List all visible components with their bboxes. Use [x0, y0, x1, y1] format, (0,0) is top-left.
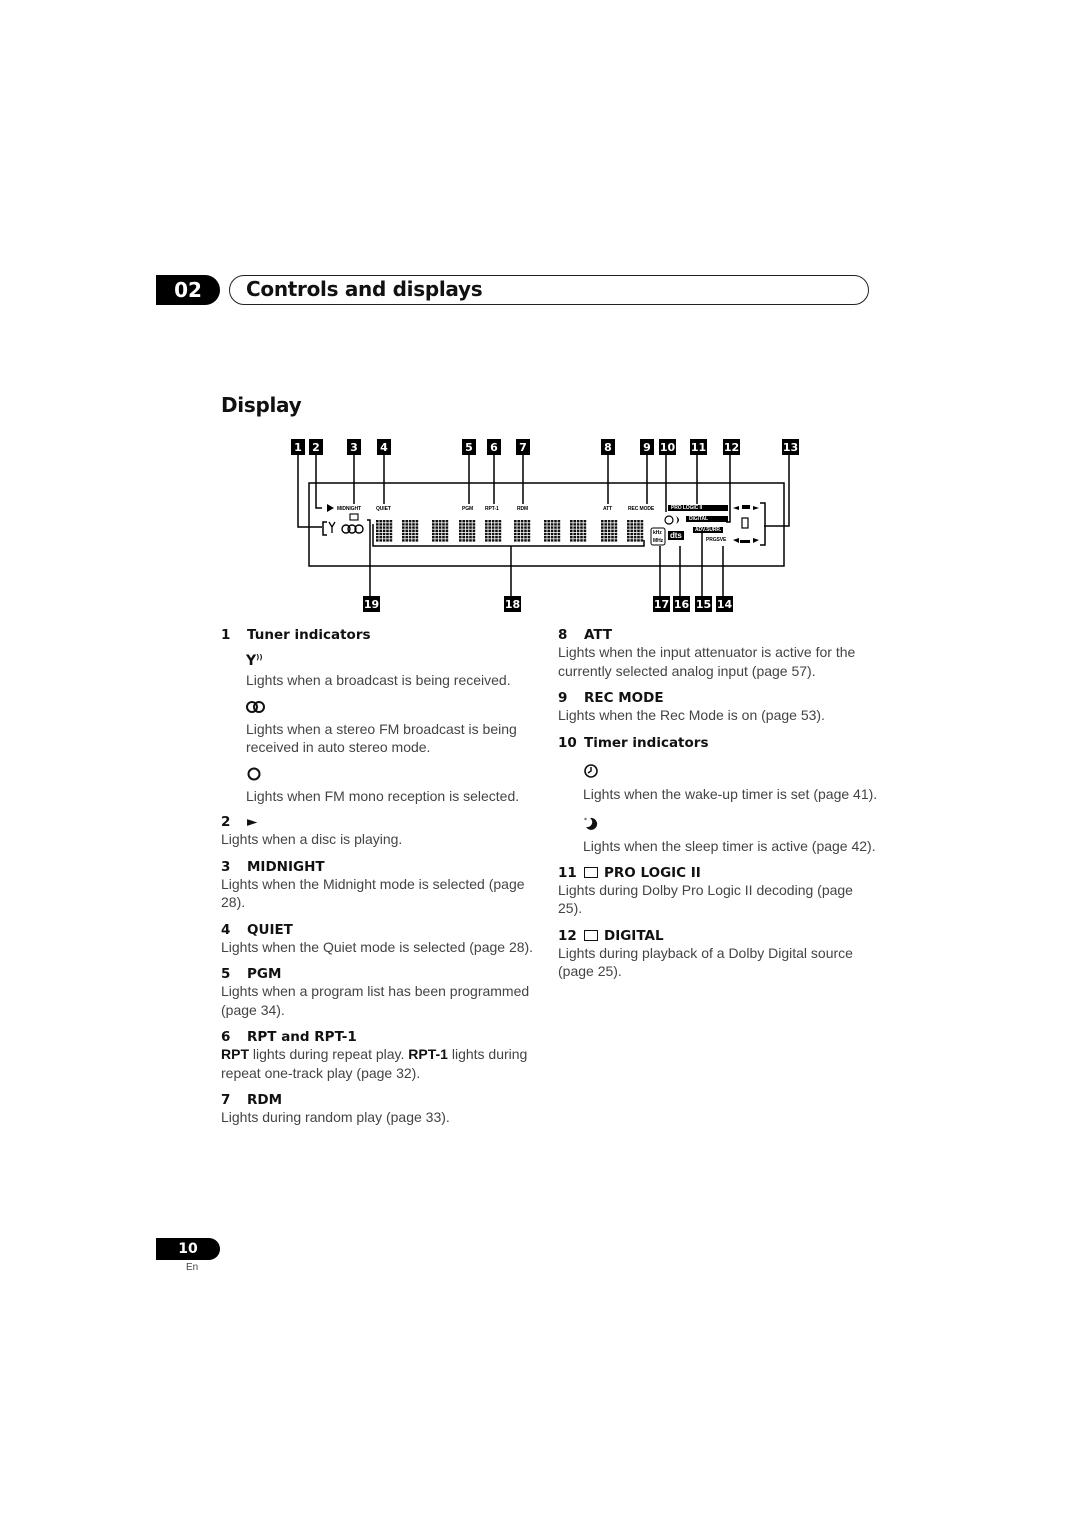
- callout-14: 14: [716, 596, 733, 612]
- item-6-heading: 6 RPT and RPT-1: [221, 1029, 357, 1045]
- item-9-text: Lights when the Rec Mode is on (page 53)…: [558, 707, 825, 723]
- left-column: 1 Tuner indicators Y)) Lights when a broa…: [221, 627, 541, 1127]
- item-4-heading: 4 QUIET: [221, 921, 293, 938]
- item-10a-text: Lights when the wake-up timer is set (pa…: [583, 785, 878, 802]
- character-cell: [601, 520, 618, 542]
- lcd-pgm: PGM: [462, 506, 474, 512]
- lcd-mhz: MHz: [653, 538, 663, 544]
- item-1c-text: Lights when FM mono reception is selecte…: [246, 787, 520, 804]
- play-icon: [327, 504, 334, 512]
- item-1-subitems: Y)) Lights when a broadcast is being rec…: [246, 653, 541, 805]
- clock-icon: [664, 515, 674, 525]
- clock-icon: [583, 763, 878, 783]
- callout-4: 4: [377, 439, 391, 455]
- lcd-khz: kHz: [653, 530, 662, 536]
- item-2-heading: 2 ►: [221, 814, 258, 830]
- item-10-subitems: Lights when the wake-up timer is set (pa…: [583, 763, 878, 856]
- item-9-heading: 9 REC MODE: [558, 690, 664, 706]
- lcd-quiet: QUIET: [376, 506, 391, 512]
- item-1a-text: Lights when a broadcast is being receive…: [246, 672, 511, 688]
- mono-icon: [246, 767, 541, 785]
- right-column: 8 ATT Lights when the input attenuator is…: [558, 627, 878, 981]
- item-11-text: Lights during Dolby Pro Logic II decodin…: [558, 881, 853, 917]
- lcd-dts-logo: dts: [668, 531, 684, 540]
- callout-15: 15: [695, 596, 712, 612]
- callout-17: 17: [653, 596, 670, 612]
- callout-18: 18: [504, 596, 521, 612]
- video-camera-icon: [349, 513, 359, 521]
- lcd-adv-surr: ADV.SURR.: [693, 527, 724, 533]
- character-cell: [570, 520, 587, 542]
- item-3-text: Lights when the Midnight mode is selecte…: [221, 875, 525, 911]
- character-cell: [627, 520, 644, 542]
- callout-12: 12: [723, 439, 740, 455]
- callout-6: 6: [487, 439, 501, 455]
- callout-8: 8: [601, 439, 615, 455]
- lcd-rec-mode: REC MODE: [628, 506, 655, 512]
- character-cell: [459, 520, 476, 542]
- item-1b-text: Lights when a stereo FM broadcast is bei…: [246, 720, 517, 756]
- svg-text:*: *: [584, 817, 587, 824]
- character-cell: [402, 520, 419, 542]
- callout-13: 13: [782, 439, 799, 455]
- item-7-heading: 7 RDM: [221, 1092, 283, 1108]
- lcd-att: ATT: [603, 506, 613, 512]
- callout-2: 2: [309, 439, 323, 455]
- item-10b-text: Lights when the sleep timer is active (p…: [583, 838, 876, 854]
- stereo-icon: [341, 524, 364, 534]
- lcd-rdm: RDM: [517, 506, 529, 512]
- item-1-heading: 1 Tuner indicators: [221, 627, 371, 643]
- page-language: En: [186, 1262, 199, 1273]
- lcd-pro-logic: PRO LOGIC II: [668, 505, 728, 511]
- lcd-rpt1: RPT-1: [485, 506, 499, 512]
- callout-3: 3: [347, 439, 361, 455]
- character-cell: [514, 520, 531, 542]
- item-8-heading: 8 ATT: [558, 627, 613, 643]
- callout-16: 16: [673, 596, 690, 612]
- lcd-midnight: MIDNIGHT: [337, 506, 361, 512]
- dolby-icon: [584, 866, 598, 878]
- page-number: 10: [156, 1238, 220, 1260]
- callout-19: 19: [363, 596, 380, 612]
- sleep-moon-icon: [676, 516, 679, 524]
- lcd-prgsve: PRGSVE: [706, 537, 727, 543]
- item-10-heading: 10 Timer indicators: [558, 734, 709, 751]
- item-5-text: Lights when a program list has been prog…: [221, 983, 530, 1018]
- dolby-icon: [584, 929, 598, 941]
- character-cell: [485, 520, 502, 542]
- character-cell: [432, 520, 449, 542]
- sleep-moon-icon: *: [583, 815, 878, 835]
- antenna-icon: [328, 521, 336, 533]
- item-2-text: Lights when a disc is playing.: [221, 831, 403, 847]
- character-display: [376, 520, 644, 542]
- item-5-heading: 5 PGM: [221, 966, 282, 982]
- item-11-heading: 11 PRO LOGIC II: [558, 864, 701, 881]
- item-12-text: Lights during playback of a Dolby Digita…: [558, 944, 853, 980]
- display-diagram: MIDNIGHT QUIET PGM RPT-1 RDM ATT REC MOD…: [0, 0, 1080, 620]
- callout-11: 11: [690, 439, 707, 455]
- character-cell: [544, 520, 561, 542]
- callout-7: 7: [516, 439, 530, 455]
- callout-5: 5: [462, 439, 476, 455]
- item-6-text: RPT lights during repeat play. RPT-1 lig…: [221, 1046, 528, 1081]
- play-icon: ►: [247, 814, 258, 830]
- stereo-icon: [246, 700, 541, 718]
- speaker-layout-icon: [733, 505, 759, 543]
- item-8-text: Lights when the input attenuator is acti…: [558, 644, 856, 679]
- antenna-icon: Y)): [246, 653, 263, 669]
- item-7-text: Lights during random play (page 33).: [221, 1109, 450, 1125]
- diagram-lines: [297, 455, 790, 598]
- callout-1: 1: [291, 439, 305, 455]
- item-4-text: Lights when the Quiet mode is selected (…: [221, 938, 534, 955]
- item-12-heading: 12 DIGITAL: [558, 927, 664, 944]
- callout-10: 10: [659, 439, 676, 455]
- callout-9: 9: [640, 439, 654, 455]
- item-3-heading: 3 MIDNIGHT: [221, 858, 325, 875]
- character-cell: [376, 520, 393, 542]
- lcd-digital: DIGITAL: [686, 516, 728, 522]
